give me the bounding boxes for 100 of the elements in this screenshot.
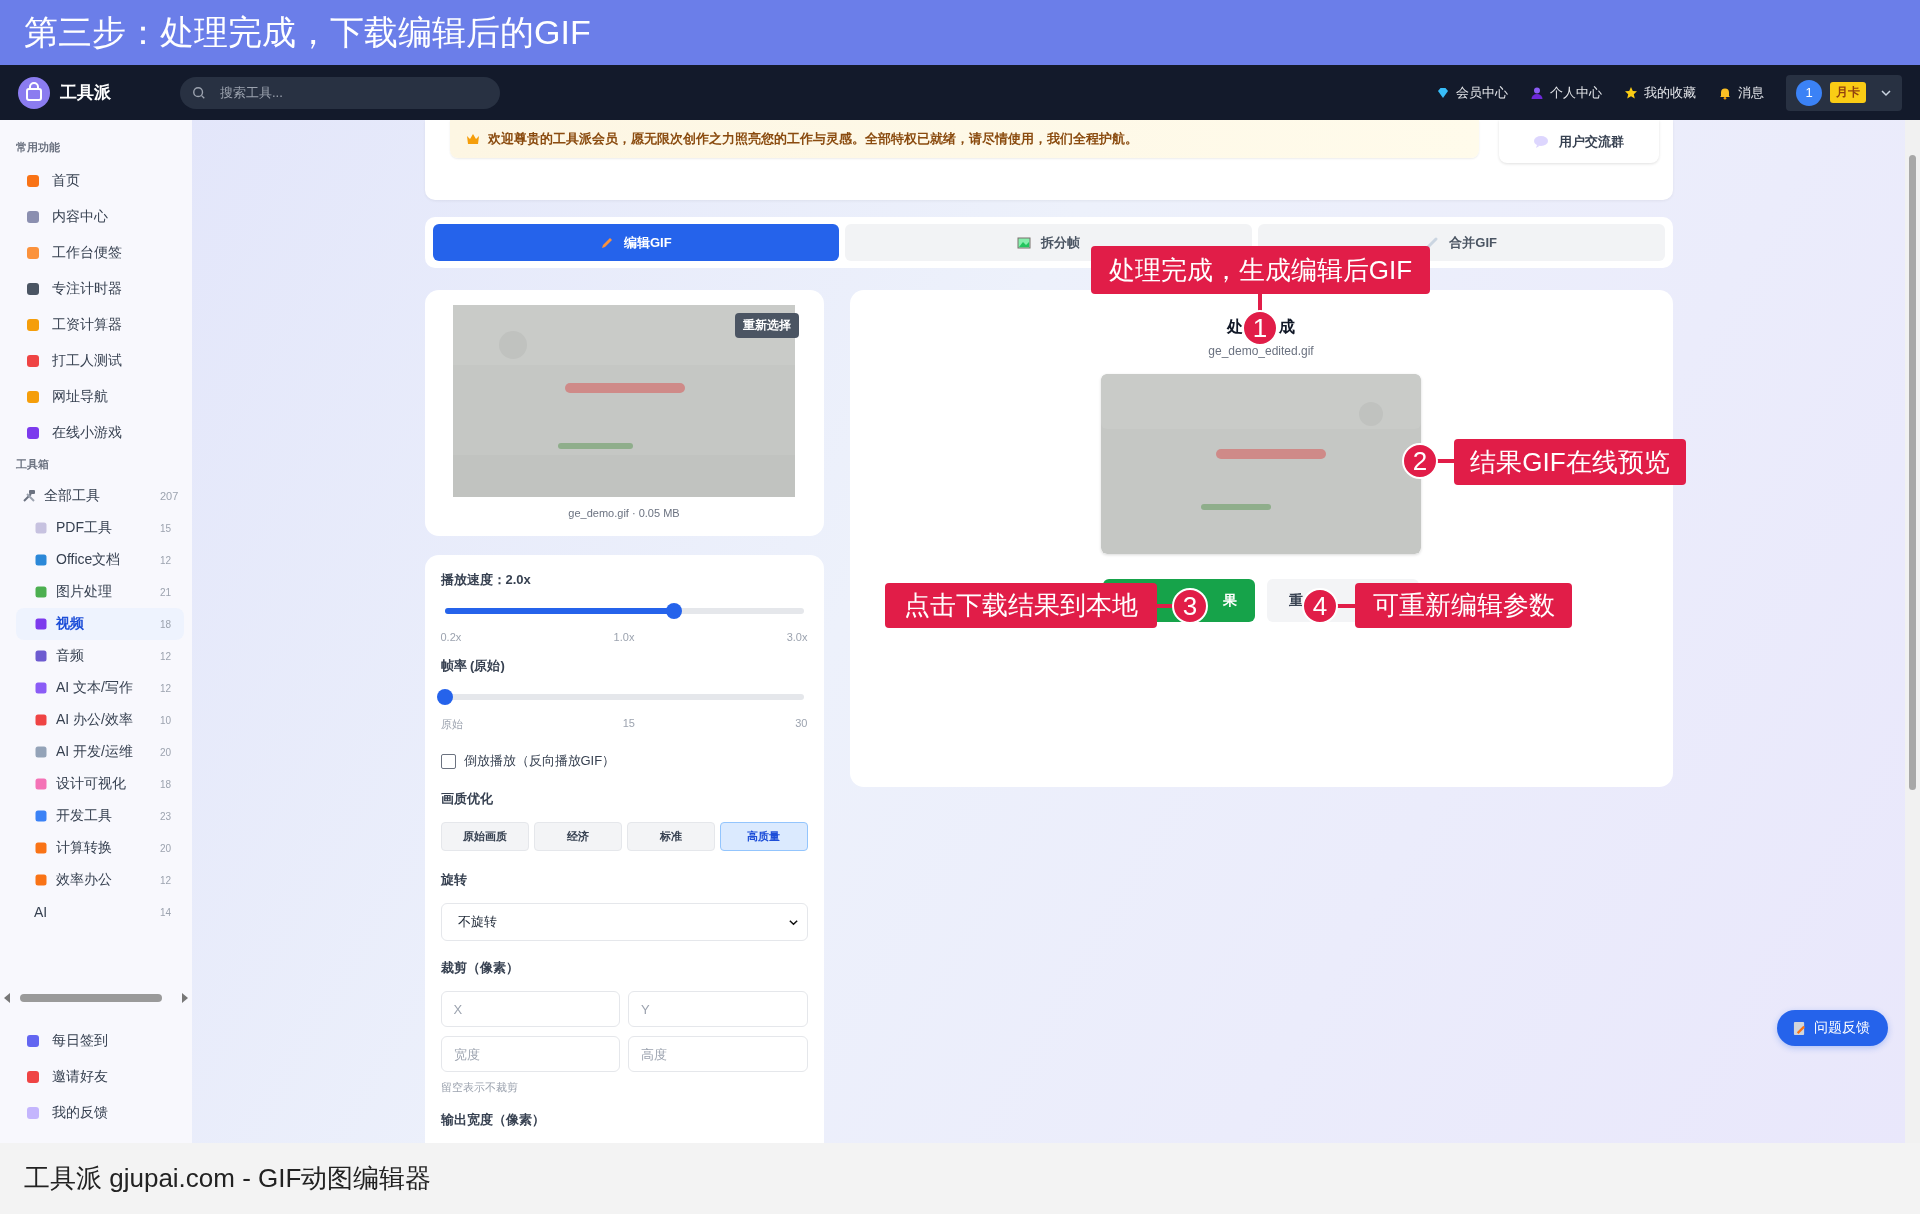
result-title: 成 [1279, 317, 1295, 337]
sidebar-item[interactable]: 邀请好友 [0, 1059, 192, 1095]
tool-icon [26, 354, 40, 368]
tool-icon [34, 777, 48, 791]
nav-link[interactable]: 会员中心 [1436, 83, 1508, 102]
setting-label: 输出宽度（像素） [440, 1111, 546, 1129]
user-menu[interactable]: 1 月卡 [1786, 74, 1902, 111]
scrollbar[interactable] [1905, 120, 1920, 1143]
tool-icon [26, 390, 40, 404]
quality-option[interactable]: 经济 [533, 822, 622, 851]
tree-item[interactable]: 图片处理 21 [16, 576, 184, 608]
section-title: 工具箱 [15, 457, 50, 472]
user-avatar: 1 [1796, 79, 1822, 106]
diamond-icon [1436, 85, 1450, 100]
tool-icon [26, 426, 40, 440]
section-title: 常用功能 [15, 140, 61, 155]
callout-tooltip: 结果GIF在线预览 [1454, 439, 1686, 485]
setting-label: 裁剪（像素） [440, 959, 520, 977]
sidebar-item[interactable]: 工作台便签 [0, 235, 192, 271]
sidebar-item[interactable]: 工资计算器 [0, 307, 192, 343]
tree-item[interactable]: AI 14 [16, 896, 184, 928]
search-field[interactable]: 搜索工具... [180, 76, 500, 109]
input-field[interactable]: 宽度 [440, 1036, 620, 1072]
tree-item[interactable]: 计算转换 20 [16, 832, 184, 864]
quality-option[interactable]: 标准 [626, 822, 715, 851]
feedback-button[interactable]: 问题反馈 [1777, 1010, 1888, 1046]
checkbox-label: 倒放播放（反向播放GIF） [463, 752, 616, 770]
tool-icon [34, 681, 48, 695]
tool-icon [26, 282, 40, 296]
tool-icon [26, 1070, 40, 1084]
crown-icon [465, 133, 480, 145]
checkbox[interactable] [440, 753, 456, 769]
notice-text: 欢迎尊贵的工具派会员，愿无限次创作之力照亮您的工作与灵感。全部特权已就绪，请尽情使用，我们全程护航。 [487, 130, 1138, 148]
tree-item[interactable]: Office文档 12 [16, 544, 184, 576]
tree-item[interactable]: 开发工具 23 [16, 800, 184, 832]
star-icon [1624, 85, 1638, 100]
tick-label: 3.0x [786, 631, 808, 643]
tree-item[interactable]: AI 办公/效率 10 [16, 704, 184, 736]
slider-thumb[interactable] [436, 689, 453, 705]
quality-option[interactable]: 原始画质 [440, 822, 529, 851]
tree-item[interactable]: 音频 12 [16, 640, 184, 672]
tick-label: 15 [622, 717, 635, 731]
tab[interactable]: 编辑GIF [432, 224, 840, 261]
tool-icon [34, 585, 48, 599]
tool-icon [26, 318, 40, 332]
reselect-button[interactable]: 重新选择 [734, 313, 799, 338]
caption-text: 工具派 gjupai.com - GIF动图编辑器 [24, 1162, 432, 1195]
group-chat-button[interactable]: 用户交流群 [1498, 120, 1659, 163]
nav-link[interactable]: 我的收藏 [1624, 83, 1696, 102]
tree-item[interactable]: AI 文本/写作 12 [16, 672, 184, 704]
tree-item[interactable]: 全部工具 207 [0, 480, 184, 512]
tool-icon [34, 617, 48, 631]
image-icon [1017, 235, 1031, 250]
input-field[interactable]: 高度 [628, 1036, 808, 1072]
input-field[interactable]: X [440, 991, 620, 1027]
quality-option[interactable]: 高质量 [719, 822, 808, 851]
speech-bubble-icon [1533, 134, 1549, 149]
input-field[interactable]: Y [628, 991, 808, 1027]
sidebar-item[interactable]: 专注计时器 [0, 271, 192, 307]
search-icon [192, 85, 206, 100]
pencil-icon [600, 235, 614, 250]
tool-icon [26, 174, 40, 188]
tool-icon [34, 841, 48, 855]
tree-item[interactable]: 视频 18 [16, 608, 184, 640]
setting-label: 播放速度：2.0x [440, 571, 532, 589]
logo-text[interactable]: 工具派 [60, 81, 180, 104]
callout-tooltip: 处理完成，生成编辑后GIF [1091, 246, 1430, 294]
callout-tooltip: 可重新编辑参数 [1355, 583, 1572, 628]
setting-label: 帧率 (原始) [440, 657, 506, 675]
nav-link[interactable]: 消息 [1718, 83, 1764, 102]
tree-item[interactable]: 效率办公 12 [16, 864, 184, 896]
banner-title: 第三步：处理完成，下载编辑后的GIF [24, 11, 591, 53]
nav-link[interactable]: 个人中心 [1530, 83, 1602, 102]
hint-text: 留空表示不裁剪 [440, 1080, 519, 1095]
tool-icon [34, 745, 48, 759]
tool-icon [34, 873, 48, 887]
sidebar-item[interactable]: 每日签到 [0, 1023, 192, 1059]
logo-icon [18, 76, 50, 109]
tick-label: 1.0x [613, 631, 635, 643]
tool-icon [26, 1106, 40, 1120]
file-name: ge_demo_edited.gif [1208, 344, 1314, 358]
sidebar-item[interactable]: 打工人测试 [0, 343, 192, 379]
sidebar-item[interactable]: 网址导航 [0, 379, 192, 415]
tool-icon [34, 649, 48, 663]
tree-item[interactable]: AI 开发/运维 20 [16, 736, 184, 768]
setting-label: 旋转 [440, 871, 468, 889]
sidebar-item[interactable]: 我的反馈 [0, 1095, 192, 1131]
tool-icon [26, 210, 40, 224]
tree-item[interactable]: PDF工具 15 [16, 512, 184, 544]
tool-icon [26, 246, 40, 260]
tool-icon [34, 521, 48, 535]
tree-item[interactable]: 设计可视化 18 [16, 768, 184, 800]
sidebar-item[interactable]: 在线小游戏 [0, 415, 192, 451]
link-icon [1425, 235, 1440, 250]
slider-thumb[interactable] [666, 603, 683, 619]
sidebar-item[interactable]: 内容中心 [0, 199, 192, 235]
sidebar-item[interactable]: 首页 [0, 163, 192, 199]
setting-label: 画质优化 [440, 790, 494, 808]
person-icon [1530, 85, 1544, 100]
rotation-select[interactable]: 不旋转 [440, 903, 808, 941]
